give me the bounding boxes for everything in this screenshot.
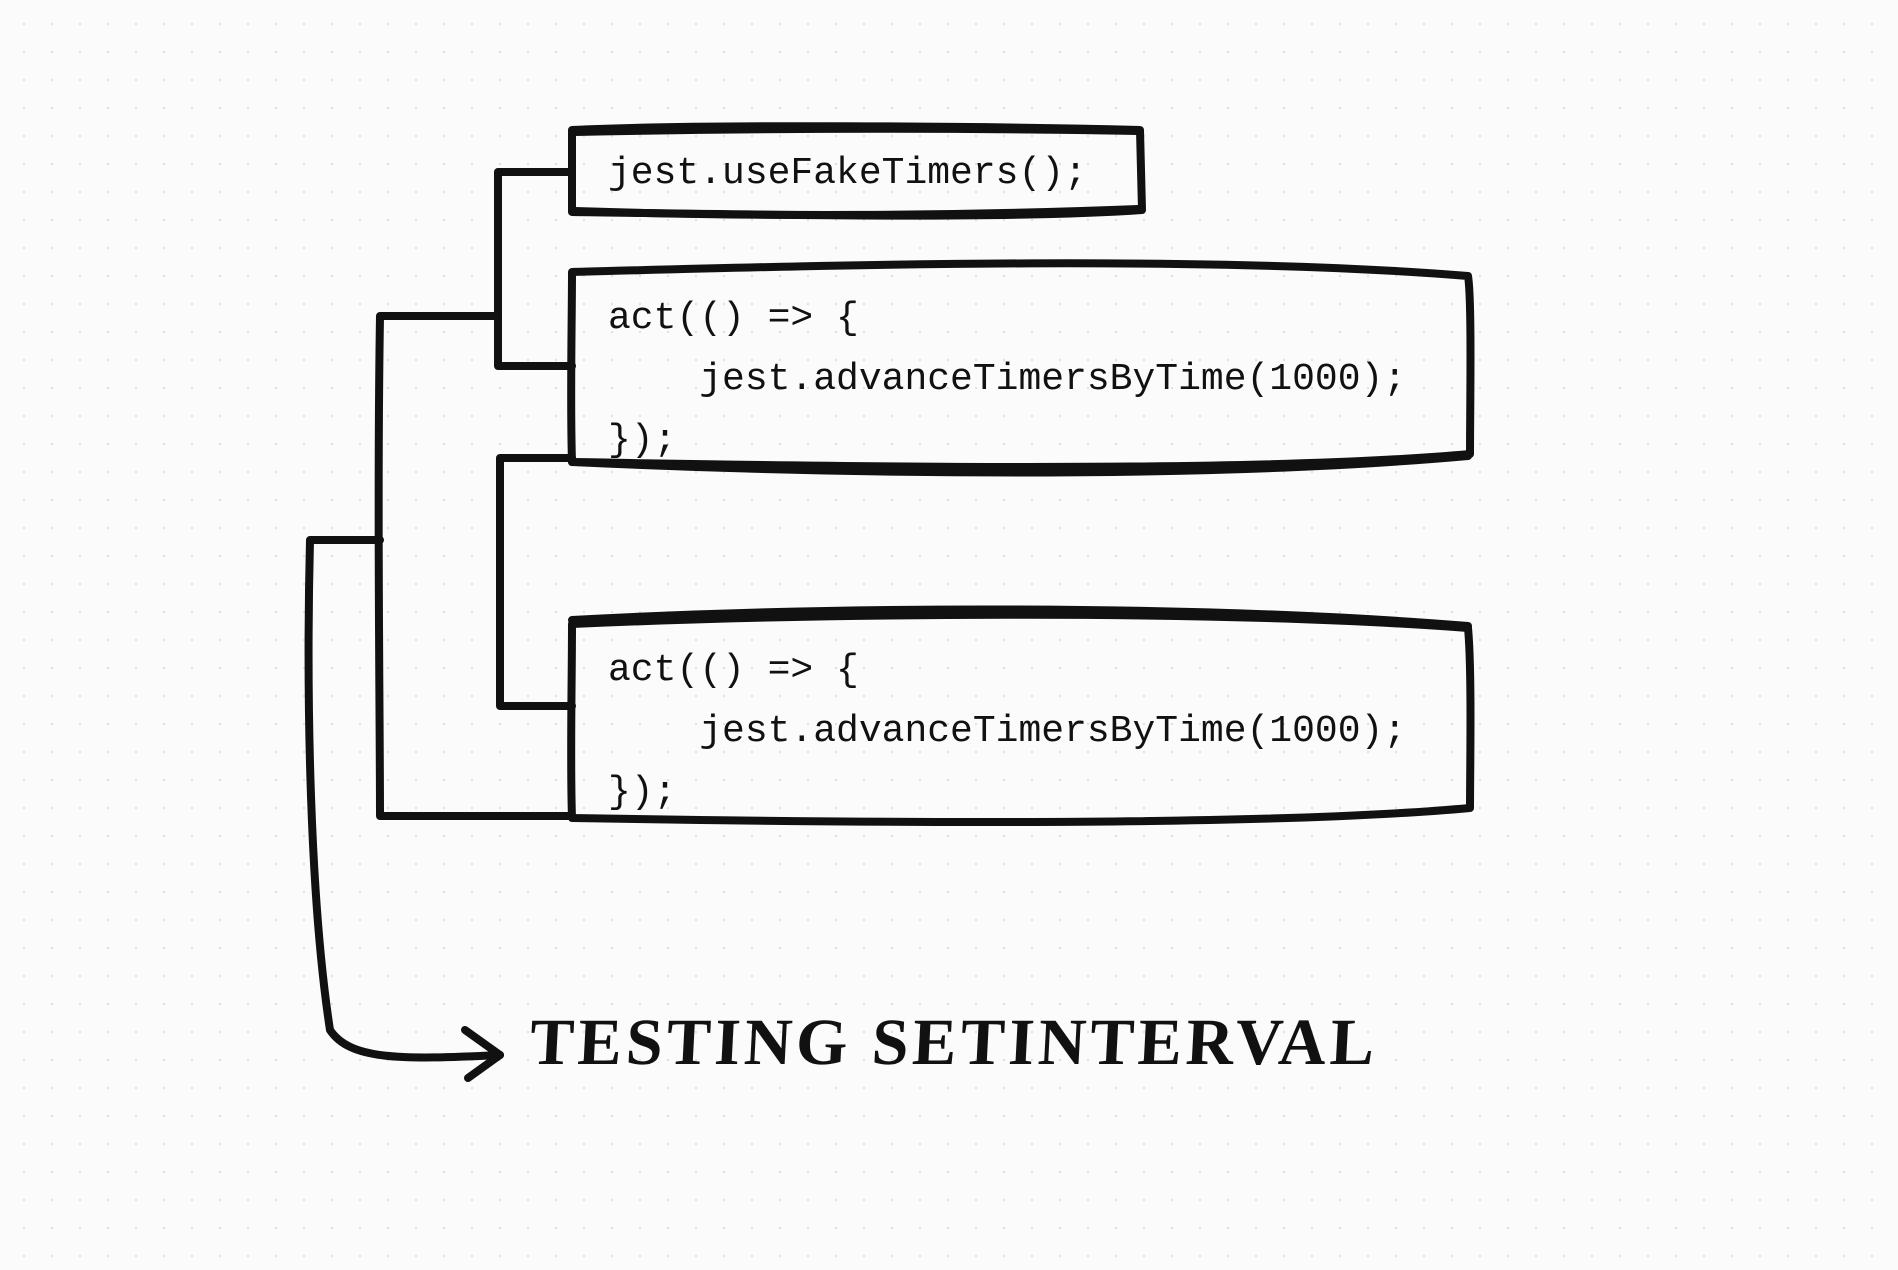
diagram-surface: jest.useFakeTimers(); act(() => { jest.a… [0, 0, 1898, 1270]
code-box-use-fake-timers: jest.useFakeTimers(); [580, 130, 1196, 218]
code-box-advance-timers-2: act(() => { jest.advanceTimersByTime(100… [580, 627, 1516, 845]
diagram-title: TESTING SETINTERVAL [528, 1005, 1380, 1081]
code-box-advance-timers-1: act(() => { jest.advanceTimersByTime(100… [580, 275, 1516, 493]
